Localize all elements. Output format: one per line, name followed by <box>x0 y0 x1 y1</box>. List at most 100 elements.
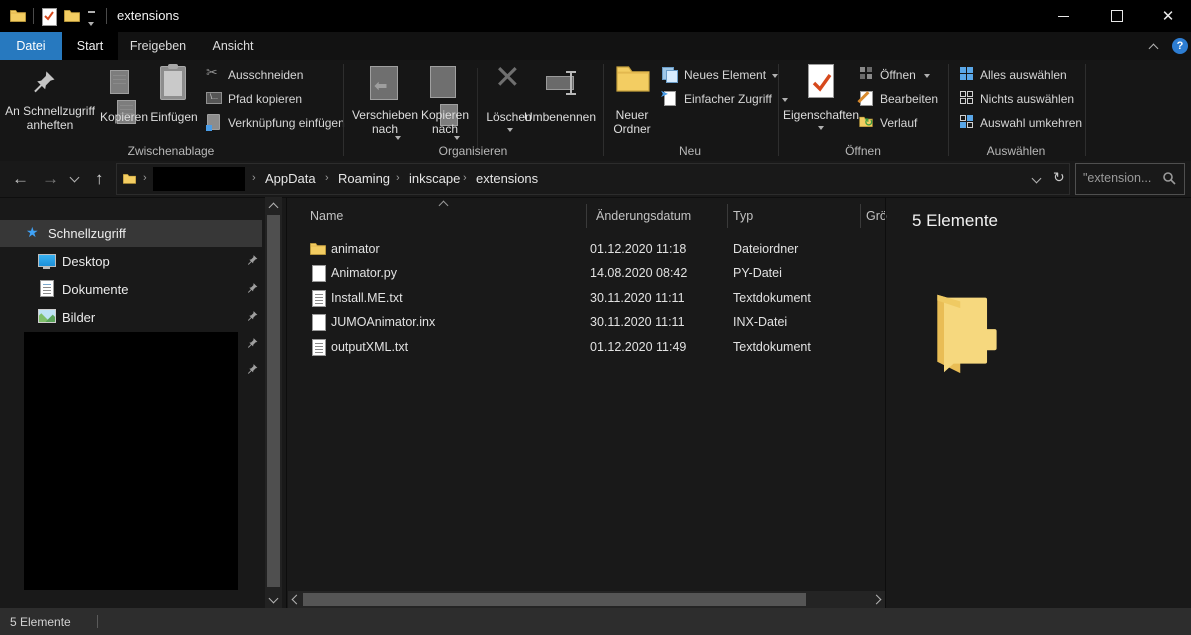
group-separator <box>603 64 604 156</box>
forward-icon[interactable]: → <box>42 170 59 187</box>
table-row[interactable]: animator 01.12.2020 11:18 Dateiordner <box>288 238 886 262</box>
new-folder-button[interactable]: Neuer Ordner <box>606 64 658 146</box>
horizontal-scrollbar-thumb[interactable] <box>303 593 806 606</box>
sidebar-item-dokumente[interactable]: Dokumente <box>0 276 262 303</box>
history-button[interactable]: ↻ Verlauf <box>858 114 944 134</box>
recent-locations-icon[interactable] <box>70 173 80 183</box>
sidebar-item-quickaccess[interactable]: ★ Schnellzugriff <box>0 220 262 247</box>
table-row[interactable]: Animator.py 14.08.2020 08:42 PY-Datei <box>288 262 886 286</box>
file-type: Textdokument <box>733 291 811 305</box>
pin-to-quickaccess-button[interactable] <box>20 66 68 108</box>
crumb-extensions[interactable]: extensions <box>476 171 538 186</box>
pin-to-quickaccess-label: An Schnellzugriff anheften <box>2 104 98 132</box>
tab-datei[interactable]: Datei <box>0 32 62 60</box>
sidebar-item-bilder[interactable]: Bilder <box>0 304 262 331</box>
column-separator[interactable] <box>727 204 728 228</box>
column-header-date[interactable]: Änderungsdatum <box>596 209 691 223</box>
qat-folder-icon[interactable] <box>64 9 80 22</box>
collapse-ribbon-icon[interactable] <box>1149 44 1159 54</box>
rename-button[interactable]: Umbenennen <box>518 64 602 144</box>
column-header-size[interactable]: Grö <box>866 209 887 223</box>
paste-button[interactable]: Einfügen <box>148 64 196 120</box>
tab-start[interactable]: Start <box>62 32 118 60</box>
sidebar-item-label: Desktop <box>62 254 110 269</box>
qat-properties-icon[interactable] <box>42 8 55 24</box>
cut-button[interactable]: ✂ Ausschneiden <box>204 66 334 86</box>
help-icon[interactable]: ? <box>1172 38 1188 54</box>
search-icon[interactable] <box>1162 171 1176 185</box>
sort-ascending-icon[interactable] <box>439 201 449 211</box>
refresh-icon[interactable]: ↻ <box>1053 169 1065 186</box>
crumb-chevron-icon: › <box>463 172 467 184</box>
tab-ansicht[interactable]: Ansicht <box>202 32 264 60</box>
pin-icon <box>246 337 259 350</box>
properties-icon <box>808 64 834 98</box>
back-icon[interactable]: ← <box>12 170 29 187</box>
pane-divider <box>286 197 287 608</box>
address-dropdown-icon[interactable] <box>1032 174 1042 184</box>
delete-icon: ✕ <box>494 58 521 96</box>
move-to-button[interactable]: ⬅ Verschieben nach <box>352 64 418 144</box>
file-icon <box>312 314 326 331</box>
select-none-button[interactable]: Nichts auswählen <box>958 90 1082 110</box>
sidebar-item-label: Dokumente <box>62 282 128 297</box>
new-folder-icon <box>616 64 650 94</box>
breadcrumb[interactable]: › › AppData › Roaming › inkscape › exten… <box>116 163 1070 195</box>
column-header-type[interactable]: Typ <box>733 209 753 223</box>
open-button[interactable]: Öffnen <box>858 66 944 86</box>
address-bar: ← → ↑ › › AppData › Roaming › inkscape ›… <box>0 161 1191 198</box>
copy-to-button[interactable]: Kopieren nach <box>416 64 474 144</box>
folder-icon <box>310 242 326 255</box>
table-row[interactable]: outputXML.txt 01.12.2020 11:49 Textdokum… <box>288 336 886 360</box>
file-date: 01.12.2020 11:18 <box>590 242 686 256</box>
crumb-chevron-icon: › <box>325 172 329 184</box>
crumb-appdata[interactable]: AppData <box>265 171 316 186</box>
select-all-button[interactable]: Alles auswählen <box>958 66 1082 86</box>
qat-dropdown-icon[interactable] <box>88 11 96 20</box>
copy-path-button[interactable]: \... Pfad kopieren <box>204 90 334 110</box>
edit-button[interactable]: Bearbeiten <box>858 90 944 110</box>
crumb-inkscape[interactable]: inkscape <box>409 171 460 186</box>
status-divider <box>97 615 98 628</box>
search-box[interactable]: "extension... <box>1075 163 1185 195</box>
scissors-icon: ✂ <box>206 64 218 81</box>
window-title: extensions <box>117 8 179 23</box>
column-header-name[interactable]: Name <box>310 209 343 223</box>
scroll-up-icon[interactable] <box>269 203 279 213</box>
tab-freigeben[interactable]: Freigeben <box>124 32 192 60</box>
easy-access-button[interactable]: ➤ Einfacher Zugriff <box>660 90 786 110</box>
crumb-chevron-icon: › <box>396 172 400 184</box>
maximize-button[interactable] <box>1094 0 1140 32</box>
column-separator[interactable] <box>586 204 587 228</box>
sidebar-scrollbar[interactable] <box>265 197 282 608</box>
properties-button[interactable]: Eigenschaften <box>786 62 856 146</box>
new-item-button[interactable]: Neues Element <box>660 66 776 86</box>
scroll-right-icon[interactable] <box>872 595 882 605</box>
table-row[interactable]: Install.ME.txt 30.11.2020 11:11 Textdoku… <box>288 287 886 311</box>
file-icon <box>312 265 326 282</box>
file-name: animator <box>331 242 380 256</box>
up-icon[interactable]: ↑ <box>95 170 104 187</box>
copy-button[interactable]: Kopieren <box>104 64 144 120</box>
file-name: Animator.py <box>331 266 397 280</box>
column-separator[interactable] <box>860 204 861 228</box>
scroll-down-icon[interactable] <box>269 594 279 604</box>
text-file-icon <box>312 339 326 356</box>
file-list: Name Änderungsdatum Typ Grö animator 01.… <box>288 197 886 608</box>
scroll-left-icon[interactable] <box>292 595 302 605</box>
group-label-select: Auswählen <box>941 144 1091 158</box>
invert-selection-button[interactable]: Auswahl umkehren <box>958 114 1088 134</box>
close-button[interactable]: ✕ <box>1145 0 1191 32</box>
minimize-button[interactable] <box>1040 0 1086 32</box>
horizontal-scrollbar[interactable] <box>288 591 886 608</box>
sidebar-item-desktop[interactable]: Desktop <box>0 248 262 275</box>
copy-path-icon: \... <box>206 92 222 104</box>
pin-icon <box>246 363 259 376</box>
item-count-heading: 5 Elemente <box>912 211 998 231</box>
quick-access-star-icon: ★ <box>26 224 39 241</box>
sidebar-scrollbar-thumb[interactable] <box>267 215 280 587</box>
search-input[interactable]: "extension... <box>1083 171 1151 185</box>
table-row[interactable]: JUMOAnimator.inx 30.11.2020 11:11 INX-Da… <box>288 311 886 335</box>
paste-shortcut-button[interactable]: Verknüpfung einfügen <box>204 114 344 134</box>
crumb-roaming[interactable]: Roaming <box>338 171 390 186</box>
